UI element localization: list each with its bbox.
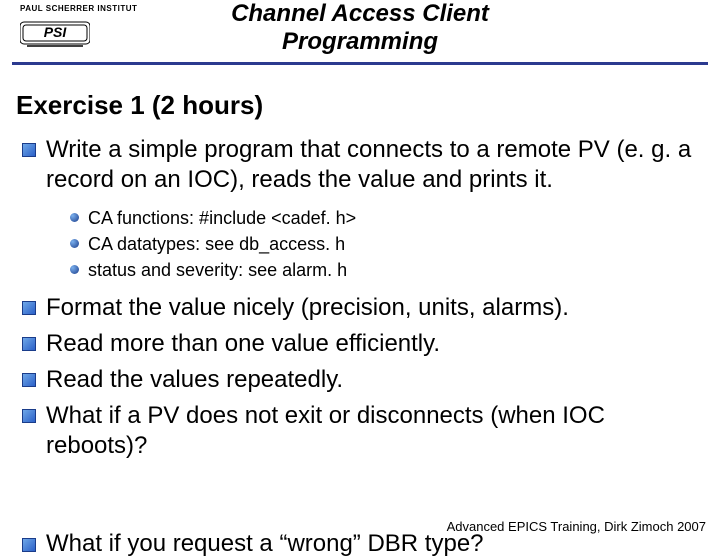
- slide-header: PAUL SCHERRER INSTITUT PSI Channel Acces…: [0, 0, 720, 72]
- title-line-2: Programming: [0, 28, 720, 56]
- header-divider: [12, 62, 708, 65]
- bullet-list: Write a simple program that connects to …: [16, 135, 704, 461]
- sub-list-item: status and severity: see alarm. h: [68, 257, 704, 283]
- institute-label: PAUL SCHERRER INSTITUT: [20, 4, 137, 13]
- section-heading: Exercise 1 (2 hours): [16, 90, 704, 121]
- list-item: Format the value nicely (precision, unit…: [16, 293, 704, 323]
- list-item: Write a simple program that connects to …: [16, 135, 704, 283]
- svg-text:PSI: PSI: [44, 24, 68, 40]
- list-item: Read more than one value efficiently.: [16, 329, 704, 359]
- psi-logo: PSI: [20, 16, 90, 50]
- slide-footer: Advanced EPICS Training, Dirk Zimoch 200…: [447, 519, 706, 534]
- sub-list-item: CA datatypes: see db_access. h: [68, 231, 704, 257]
- sub-list-item: CA functions: #include <cadef. h>: [68, 205, 704, 231]
- slide-content: Exercise 1 (2 hours) Write a simple prog…: [0, 72, 720, 461]
- list-item-text: Write a simple program that connects to …: [46, 136, 691, 193]
- list-item: What if a PV does not exit or disconnect…: [16, 401, 704, 461]
- list-item: Read the values repeatedly.: [16, 365, 704, 395]
- sub-bullet-list: CA functions: #include <cadef. h> CA dat…: [46, 205, 704, 283]
- cutoff-bullet: What if you request a “wrong” DBR type?: [16, 530, 484, 558]
